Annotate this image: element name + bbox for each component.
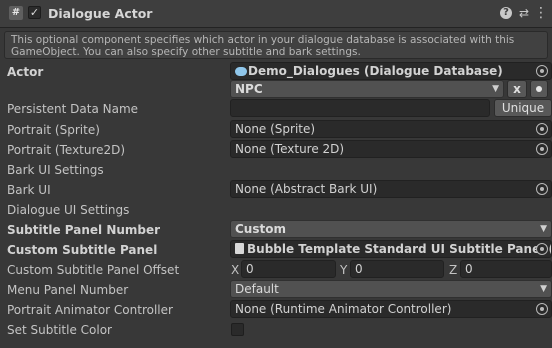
set-subtitle-color-row: Set Subtitle Color — [0, 320, 552, 340]
portrait-texture-row: Portrait (Texture2D) None (Texture 2D) — [0, 140, 552, 160]
object-picker-icon[interactable] — [536, 143, 548, 155]
object-picker-icon[interactable] — [536, 243, 548, 255]
script-asset-icon — [235, 243, 244, 254]
help-box: This optional component specifies which … — [4, 31, 548, 59]
enabled-checkbox[interactable]: ✓ — [28, 6, 41, 19]
custom-subtitle-panel-row: Custom Subtitle Panel Bubble Template St… — [0, 240, 552, 260]
chevron-down-icon: ▼ — [540, 284, 547, 294]
chevron-down-icon: ▼ — [540, 224, 547, 234]
custom-subtitle-panel-label: Custom Subtitle Panel — [7, 243, 158, 257]
actor-row: Actor Demo_Dialogues (Dialogue Database) — [0, 62, 552, 82]
preset-settings-icon[interactable]: ⇄ — [517, 6, 531, 20]
chevron-down-icon: ▼ — [492, 84, 499, 94]
menu-panel-number-row: Menu Panel Number Default ▼ — [0, 280, 552, 300]
bark-ui-row: Bark UI None (Abstract Bark UI) — [0, 180, 552, 200]
context-menu-icon[interactable]: ⋮ — [534, 6, 548, 20]
portrait-sprite-value: None (Sprite) — [235, 122, 316, 136]
offset-row: Custom Subtitle Panel Offset X 0 Y 0 Z 0 — [0, 260, 552, 280]
persistent-data-row: Persistent Data Name Unique — [0, 99, 552, 119]
clear-actor-button[interactable]: x — [507, 80, 527, 98]
component-header[interactable]: # ✓ Dialogue Actor ? ⇄ ⋮ — [0, 0, 552, 28]
actor-label: Actor — [7, 65, 44, 79]
database-icon — [235, 67, 247, 76]
dialogue-ui-settings-row: Dialogue UI Settings — [0, 200, 552, 220]
object-picker-icon[interactable] — [536, 65, 548, 77]
bark-ui-field[interactable]: None (Abstract Bark UI) — [230, 180, 552, 198]
record-dot-icon — [536, 86, 542, 92]
bark-ui-value: None (Abstract Bark UI) — [235, 182, 378, 196]
offset-label: Custom Subtitle Panel Offset — [7, 263, 180, 277]
portrait-animator-label: Portrait Animator Controller — [7, 303, 173, 317]
bark-ui-label: Bark UI — [7, 183, 51, 197]
dialogue-ui-settings-label: Dialogue UI Settings — [7, 203, 130, 217]
object-picker-icon[interactable] — [536, 303, 548, 315]
offset-x-input[interactable]: 0 — [241, 260, 336, 278]
offset-x-label: X — [231, 263, 240, 277]
portrait-animator-row: Portrait Animator Controller None (Runti… — [0, 300, 552, 320]
subtitle-panel-number-value: Custom — [235, 222, 286, 236]
custom-subtitle-panel-field[interactable]: Bubble Template Standard UI Subtitle Pan… — [230, 240, 552, 258]
offset-z-input[interactable]: 0 — [460, 260, 552, 278]
database-value: Demo_Dialogues (Dialogue Database) — [248, 64, 503, 78]
bark-ui-settings-label: Bark UI Settings — [7, 163, 104, 177]
offset-y-label: Y — [340, 263, 348, 277]
menu-panel-number-dropdown[interactable]: Default ▼ — [230, 280, 552, 298]
actor-dropdown[interactable]: NPC ▼ — [230, 80, 504, 98]
bark-ui-settings-row: Bark UI Settings — [0, 160, 552, 180]
custom-subtitle-panel-value: Bubble Template Standard UI Subtitle Pan… — [247, 242, 551, 256]
actor-dropdown-value: NPC — [235, 82, 263, 96]
portrait-texture-label: Portrait (Texture2D) — [7, 143, 126, 157]
portrait-sprite-label: Portrait (Sprite) — [7, 123, 100, 137]
persistent-data-input[interactable] — [230, 99, 490, 117]
help-icon[interactable]: ? — [500, 7, 512, 19]
subtitle-panel-number-dropdown[interactable]: Custom ▼ — [230, 220, 552, 238]
set-subtitle-color-label: Set Subtitle Color — [7, 323, 112, 337]
database-field[interactable]: Demo_Dialogues (Dialogue Database) — [230, 62, 552, 80]
subtitle-panel-number-label: Subtitle Panel Number — [7, 223, 161, 237]
unique-button[interactable]: Unique — [494, 99, 552, 117]
portrait-sprite-field[interactable]: None (Sprite) — [230, 120, 552, 138]
component-title: Dialogue Actor — [48, 6, 153, 21]
portrait-sprite-row: Portrait (Sprite) None (Sprite) — [0, 120, 552, 140]
offset-z-label: Z — [449, 263, 458, 277]
offset-y-input[interactable]: 0 — [350, 260, 444, 278]
object-picker-icon[interactable] — [536, 123, 548, 135]
script-icon: # — [9, 6, 23, 20]
subtitle-panel-number-row: Subtitle Panel Number Custom ▼ — [0, 220, 552, 240]
portrait-animator-value: None (Runtime Animator Controller) — [235, 302, 452, 316]
portrait-texture-field[interactable]: None (Texture 2D) — [230, 140, 552, 158]
set-subtitle-color-checkbox[interactable] — [231, 323, 244, 336]
object-picker-icon[interactable] — [536, 183, 548, 195]
persistent-data-label: Persistent Data Name — [7, 102, 139, 116]
select-actor-button[interactable] — [530, 80, 548, 98]
menu-panel-number-value: Default — [235, 282, 279, 296]
portrait-texture-value: None (Texture 2D) — [235, 142, 345, 156]
portrait-animator-field[interactable]: None (Runtime Animator Controller) — [230, 300, 552, 318]
actor-select-row: NPC ▼ x — [0, 80, 552, 100]
menu-panel-number-label: Menu Panel Number — [7, 283, 129, 297]
